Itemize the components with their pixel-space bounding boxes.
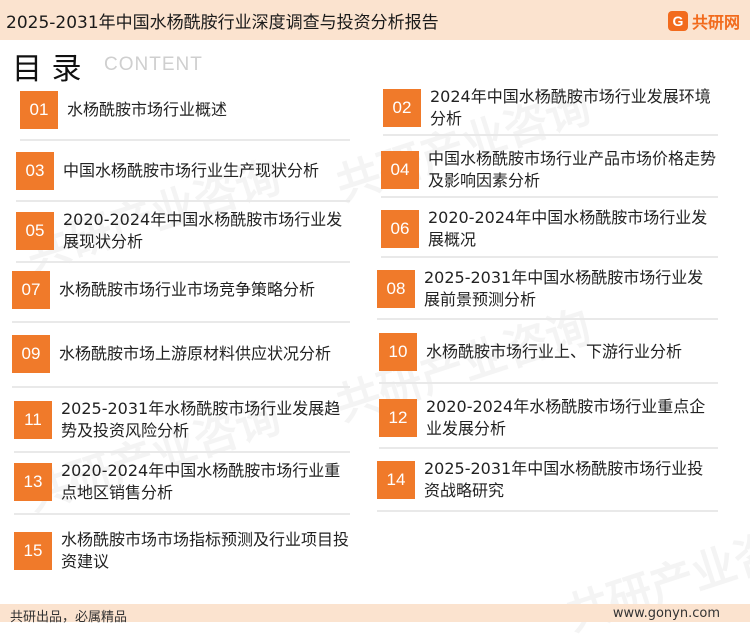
brand-logo-text: 共研网 [691,13,740,32]
toc-item-title: 2025-2031年中国水杨酰胺市场行业投资战略研究 [424,459,704,500]
toc-item-number: 15 [14,532,52,570]
toc-item-title: 中国水杨酰胺市场行业产品市场价格走势及影响因素分析 [428,149,717,190]
toc-item-title: 水杨酰胺市场行业市场竞争策略分析 [59,280,316,299]
divider [16,200,350,202]
footer-website[interactable]: www.gonyn.com [613,606,720,621]
toc-item[interactable]: 08 2025-2031年中国水杨酰胺市场行业发展前景预测分析 [377,262,718,316]
toc-item-title: 2020-2024年中国水杨酰胺市场行业重点地区销售分析 [61,461,341,502]
toc-item-number: 14 [377,461,415,499]
divider [14,513,350,515]
toc-item[interactable]: 02 2024年中国水杨酰胺市场行业发展环境分析 [383,81,718,135]
toc-item-number: 11 [14,401,52,439]
toc-item-title: 中国水杨酰胺市场行业生产现状分析 [63,161,320,180]
brand-logo: G 共研网 [667,9,740,33]
footer-bar: 共研出品，必属精品 www.gonyn.com [0,604,750,625]
toc-item[interactable]: 10 水杨酰胺市场行业上、下游行业分析 [379,325,718,379]
toc-item-number: 05 [16,212,54,250]
toc-subheading: CONTENT [104,54,203,75]
toc-item-title: 水杨酰胺市场市场指标预测及行业项目投资建议 [61,530,350,571]
toc-item-number: 06 [381,210,419,248]
toc-item[interactable]: 04 中国水杨酰胺市场行业产品市场价格走势及影响因素分析 [381,143,718,197]
divider [383,134,718,136]
toc-item[interactable]: 03 中国水杨酰胺市场行业生产现状分析 [16,144,350,198]
toc-item-number: 08 [377,270,415,308]
toc-item[interactable]: 06 2020-2024年中国水杨酰胺市场行业发展概况 [381,202,718,256]
toc-item-number: 02 [383,89,421,127]
toc-item-title: 2025-2031年中国水杨酰胺市场行业发展前景预测分析 [424,268,704,309]
toc-item[interactable]: 01 水杨酰胺市场行业概述 [20,83,350,137]
toc-item[interactable]: 14 2025-2031年中国水杨酰胺市场行业投资战略研究 [377,453,718,507]
header-bar: 2025-2031年中国水杨酰胺行业深度调查与投资分析报告 G 共研网 [0,0,750,40]
toc-item-title: 水杨酰胺市场上游原材料供应状况分析 [59,344,332,363]
toc-heading: 目 录 [12,52,82,87]
divider [379,447,718,449]
toc-item-title: 2020-2024年中国水杨酰胺市场行业发展概况 [428,208,708,249]
divider [20,139,350,141]
toc-item-number: 03 [16,152,54,190]
divider [12,386,350,388]
divider [12,321,350,323]
toc-item-title: 2020-2024年水杨酰胺市场行业重点企业发展分析 [426,397,706,438]
toc-item[interactable]: 11 2025-2031年水杨酰胺市场行业发展趋势及投资风险分析 [14,393,350,447]
brand-logo-icon: G [667,11,688,31]
toc-item[interactable]: 15 水杨酰胺市场市场指标预测及行业项目投资建议 [14,524,350,578]
toc-item-title: 2020-2024年中国水杨酰胺市场行业发展现状分析 [63,210,343,251]
toc-item-number: 09 [12,335,50,373]
toc-item[interactable]: 12 2020-2024年水杨酰胺市场行业重点企业发展分析 [379,391,718,445]
toc-item-title: 水杨酰胺市场行业概述 [67,100,228,119]
footer-slogan: 共研出品，必属精品 [10,610,128,625]
divider [377,318,718,320]
toc-item-title: 水杨酰胺市场行业上、下游行业分析 [426,342,683,361]
divider [377,510,718,512]
toc-item[interactable]: 05 2020-2024年中国水杨酰胺市场行业发展现状分析 [16,204,350,258]
toc-item-title: 2025-2031年水杨酰胺市场行业发展趋势及投资风险分析 [61,399,341,440]
toc-item[interactable]: 09 水杨酰胺市场上游原材料供应状况分析 [12,327,350,381]
toc-item-number: 13 [14,463,52,501]
toc-item-number: 07 [12,271,50,309]
toc-item[interactable]: 13 2020-2024年中国水杨酰胺市场行业重点地区销售分析 [14,455,350,509]
toc-item-number: 12 [379,399,417,437]
divider [381,196,718,198]
divider [14,451,350,453]
divider [379,382,718,384]
toc-item-title: 2024年中国水杨酰胺市场行业发展环境分析 [430,87,711,128]
toc-item-number: 01 [20,91,58,129]
divider [381,256,718,258]
toc-item[interactable]: 07 水杨酰胺市场行业市场竞争策略分析 [12,263,350,317]
toc-item-number: 10 [379,333,417,371]
toc-item-number: 04 [381,151,419,189]
report-title: 2025-2031年中国水杨酰胺行业深度调查与投资分析报告 [6,13,439,33]
